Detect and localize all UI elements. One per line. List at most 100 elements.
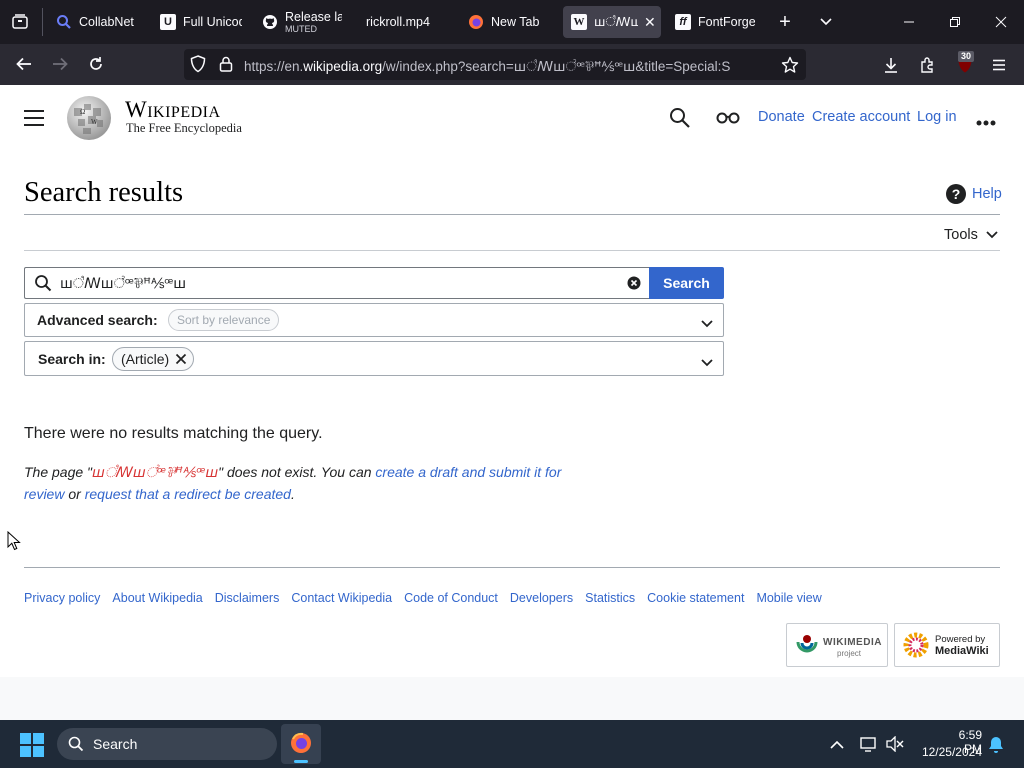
bookmark-star-icon[interactable] bbox=[779, 54, 801, 76]
search-icon bbox=[56, 14, 72, 30]
create-account-link[interactable]: Create account bbox=[812, 109, 910, 125]
tab-release[interactable]: Release lat MUTED bbox=[262, 6, 342, 38]
tracking-protection-shield-icon[interactable] bbox=[188, 54, 208, 74]
page-bottom-strip bbox=[0, 677, 1024, 720]
article-namespace-chip[interactable]: (Article) bbox=[112, 347, 195, 371]
tab-new-tab[interactable]: New Tab bbox=[468, 6, 548, 38]
wikipedia-globe-logo[interactable]: Ω W bbox=[64, 94, 114, 142]
tab-rickroll[interactable]: rickroll.mp4 bbox=[366, 6, 446, 38]
wikipedia-page: Ω W Wikipedia The Free Encyclopedia Dona… bbox=[0, 85, 1024, 677]
footer-link-cookie-statement[interactable]: Cookie statement bbox=[647, 591, 744, 605]
tab-close-icon[interactable]: ✕ bbox=[644, 14, 656, 31]
search-input[interactable]: ꟺ꣡ꟿꟺ꣢ꟹ⅌ꟸ⅍ꟹꟺ bbox=[24, 267, 650, 299]
windows-taskbar: Search 6:59 PM 12/25/2024 bbox=[0, 720, 1024, 768]
tab-muted-label: MUTED bbox=[285, 23, 317, 34]
chevron-down-icon bbox=[701, 315, 713, 333]
notice-middle: " does not exist. You can bbox=[218, 464, 376, 480]
tab-full-unicode[interactable]: U Full Unicode bbox=[160, 6, 242, 38]
search-input-value: ꟺ꣡ꟿꟺ꣢ꟹ⅌ꟸ⅍ꟹꟺ bbox=[60, 275, 187, 291]
search-in-panel[interactable]: Search in: (Article) bbox=[24, 341, 724, 376]
sort-by-relevance-chip: Sort by relevance bbox=[168, 309, 280, 331]
donate-link[interactable]: Donate bbox=[758, 109, 805, 125]
search-icon bbox=[34, 274, 52, 297]
powered-by-mediawiki-badge[interactable]: Powered by MediaWiki bbox=[894, 623, 1000, 667]
url-text[interactable]: https://en.wikipedia.org/w/index.php?sea… bbox=[244, 57, 772, 75]
reload-icon[interactable] bbox=[85, 53, 107, 75]
unicode-favicon: U bbox=[160, 14, 176, 30]
footer-link-code-of-conduct[interactable]: Code of Conduct bbox=[404, 591, 498, 605]
new-tab-plus-icon[interactable]: + bbox=[774, 11, 796, 33]
svg-text:Ω: Ω bbox=[80, 108, 85, 116]
taskbar-firefox-button[interactable] bbox=[281, 724, 321, 764]
window-close-icon[interactable] bbox=[990, 11, 1012, 33]
lock-icon[interactable] bbox=[216, 54, 236, 74]
extensions-puzzle-icon[interactable] bbox=[917, 54, 939, 76]
hamburger-menu-icon[interactable] bbox=[988, 54, 1010, 76]
footer-link-statistics[interactable]: Statistics bbox=[585, 591, 635, 605]
url-prefix: https://en. bbox=[244, 59, 304, 74]
chip-remove-icon[interactable] bbox=[175, 353, 187, 365]
window-restore-icon[interactable] bbox=[944, 11, 966, 33]
mouse-cursor-icon bbox=[7, 530, 21, 556]
mediawiki-badge-line1: Powered by bbox=[935, 634, 986, 645]
no-results-message: There were no results matching the query… bbox=[24, 425, 323, 442]
tab-wikipedia-active[interactable]: W ꟺ꣡ꟿꟺ꣢ꟹ ✕ bbox=[563, 6, 661, 38]
footer-link-privacy[interactable]: Privacy policy bbox=[24, 591, 100, 605]
firefox-icon bbox=[468, 14, 484, 30]
more-options-ellipsis-icon[interactable] bbox=[976, 114, 996, 126]
footer-link-disclaimers[interactable]: Disclaimers bbox=[215, 591, 280, 605]
mediawiki-badge-line2: MediaWiki bbox=[935, 645, 989, 657]
wikimedia-logo-icon bbox=[795, 633, 819, 662]
chevron-down-icon bbox=[701, 354, 713, 372]
downloads-icon[interactable] bbox=[880, 54, 902, 76]
wikimedia-project-badge[interactable]: WIKIMEDIA project bbox=[786, 623, 888, 667]
footer-link-about[interactable]: About Wikipedia bbox=[112, 591, 202, 605]
footer-link-mobile-view[interactable]: Mobile view bbox=[756, 591, 821, 605]
windows-start-icon[interactable] bbox=[20, 733, 44, 757]
window-minimize-icon[interactable] bbox=[898, 11, 920, 33]
clock-date[interactable]: 12/25/2024 bbox=[914, 745, 982, 759]
fontforge-icon: ff bbox=[675, 14, 691, 30]
firefox-icon bbox=[290, 732, 312, 759]
footer-link-developers[interactable]: Developers bbox=[510, 591, 573, 605]
tab-label: Release lat bbox=[285, 10, 342, 24]
notification-bell-icon[interactable] bbox=[988, 736, 1004, 759]
tab-fontforge[interactable]: ff FontForge bbox=[675, 6, 755, 38]
tab-collabnet[interactable]: CollabNet bbox=[56, 6, 134, 38]
tab-overview-icon[interactable] bbox=[8, 11, 32, 33]
tools-label: Tools bbox=[944, 227, 978, 243]
main-menu-icon[interactable] bbox=[24, 109, 44, 127]
back-arrow-icon[interactable] bbox=[13, 53, 35, 75]
help-link[interactable]: ? Help bbox=[946, 184, 1002, 204]
list-tabs-chevron-icon[interactable] bbox=[815, 11, 837, 33]
tools-dropdown[interactable]: Tools bbox=[944, 226, 998, 244]
wikipedia-wordmark[interactable]: Wikipedia bbox=[125, 97, 221, 123]
taskbar-search-box[interactable]: Search bbox=[57, 728, 277, 760]
network-icon[interactable] bbox=[860, 736, 878, 757]
page-does-not-exist-notice: The page "ꟺ꣡ꟿꟺ꣢ꟹ⅌ꟸ⅍ꟹꟺ" does not exist. Y… bbox=[24, 461, 589, 505]
footer-divider bbox=[24, 567, 1000, 568]
red-link-query[interactable]: ꟺ꣡ꟿꟺ꣢ꟹ⅌ꟸ⅍ꟹꟺ bbox=[92, 464, 218, 480]
extensions-badge: 30 bbox=[958, 51, 975, 62]
wikipedia-tagline: The Free Encyclopedia bbox=[126, 121, 242, 135]
search-button[interactable]: Search bbox=[649, 267, 724, 299]
footer-link-contact[interactable]: Contact Wikipedia bbox=[291, 591, 392, 605]
forward-arrow-icon[interactable] bbox=[49, 53, 71, 75]
request-redirect-link[interactable]: request that a redirect be created bbox=[85, 486, 291, 502]
mediawiki-flower-icon bbox=[903, 632, 929, 663]
chevron-down-icon bbox=[986, 226, 998, 244]
wikimedia-badge-text: WIKIMEDIA bbox=[823, 637, 882, 648]
svg-text:W: W bbox=[91, 118, 98, 126]
log-in-link[interactable]: Log in bbox=[917, 109, 957, 125]
tab-label: New Tab bbox=[491, 15, 540, 29]
help-link-label: Help bbox=[972, 186, 1002, 202]
show-hidden-icons-chevron-icon[interactable] bbox=[830, 737, 844, 755]
search-toggle-icon[interactable] bbox=[669, 107, 691, 129]
appearance-glasses-icon[interactable] bbox=[716, 110, 740, 126]
tab-label: ꟺ꣡ꟿꟺ꣢ꟹ bbox=[594, 15, 638, 29]
volume-muted-icon[interactable] bbox=[886, 735, 904, 757]
advanced-search-panel[interactable]: Advanced search: Sort by relevance bbox=[24, 303, 724, 337]
clear-search-icon[interactable] bbox=[627, 276, 641, 295]
chip-label: (Article) bbox=[121, 351, 170, 367]
active-app-indicator bbox=[294, 760, 308, 763]
